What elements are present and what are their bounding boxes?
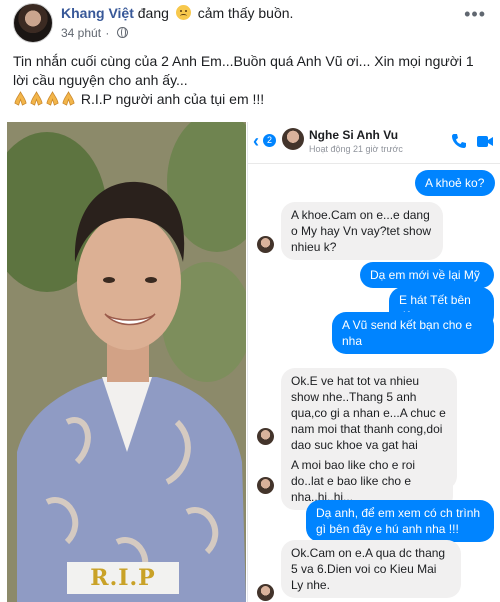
contact-mini-avatar <box>257 477 274 494</box>
message-bubble-incoming: Ok.Cam on e.A qua dc thang 5 va 6.Dien v… <box>281 540 461 598</box>
messenger-screenshot: ‹ 2 Nghe Si Anh Vu Hoạt động 21 giờ trướ… <box>247 122 500 602</box>
folded-hands-icon <box>62 91 75 106</box>
contact-status: Hoạt động 21 giờ trước <box>309 144 403 154</box>
message-bubble-outgoing: A khoẻ ko? <box>415 170 495 196</box>
author-name[interactable]: Khang Việt <box>61 5 134 21</box>
portrait-photo[interactable]: R.I.P <box>7 122 246 602</box>
post-body: Tin nhắn cuối cùng của 2 Anh Em...Buồn q… <box>13 52 489 109</box>
sad-face-icon <box>175 5 191 20</box>
folded-hands-icon <box>14 91 27 106</box>
contact-mini-avatar <box>257 584 274 601</box>
contact-mini-avatar <box>257 428 274 445</box>
post-rip-text: R.I.P người anh của tụi em !!! <box>80 91 265 107</box>
contact-mini-avatar <box>257 236 274 253</box>
rip-caption: R.I.P <box>67 562 179 594</box>
message-bubble-outgoing: A Vũ send kết bạn cho e nha <box>332 312 494 354</box>
globe-icon <box>116 27 128 38</box>
author-line: Khang Việt đang cảm thấy buồn. <box>61 5 293 21</box>
unread-count-badge: 2 <box>263 134 276 147</box>
portrait-illustration <box>7 122 246 602</box>
feeling-prefix: đang <box>137 5 169 21</box>
feeling-label: cảm thấy buồn. <box>197 5 294 21</box>
message-bubble-outgoing: Dạ anh, để em xem có ch trình gì bên đây… <box>306 500 494 542</box>
post-header: Khang Việt đang cảm thấy buồn. 34 phút ·… <box>0 0 500 50</box>
post-timestamp[interactable]: 34 phút <box>61 26 101 40</box>
video-call-icon[interactable] <box>477 135 493 148</box>
folded-hands-icon <box>30 91 43 106</box>
post-text-line1: Tin nhắn cuối cùng của 2 Anh Em...Buồn q… <box>13 53 474 88</box>
chat-header: ‹ 2 Nghe Si Anh Vu Hoạt động 21 giờ trướ… <box>248 122 500 164</box>
post-text-line2: R.I.P người anh của tụi em !!! <box>13 90 489 109</box>
back-chevron-icon[interactable]: ‹ <box>253 132 259 150</box>
contact-name[interactable]: Nghe Si Anh Vu <box>309 128 398 142</box>
message-bubble-incoming: A khoe.Cam on e...e dang o My hay Vn vay… <box>281 202 443 260</box>
message-bubble-outgoing: Dạ em mới về lại Mỹ <box>360 262 494 288</box>
post-media[interactable]: R.I.P ‹ 2 Nghe Si Anh Vu Hoạt động 21 gi… <box>0 122 500 602</box>
more-options-icon[interactable]: ••• <box>464 4 486 25</box>
author-avatar[interactable] <box>13 3 53 43</box>
contact-avatar[interactable] <box>282 128 304 150</box>
folded-hands-icon <box>46 91 59 106</box>
post-meta: 34 phút · <box>61 26 128 40</box>
phone-call-icon[interactable] <box>451 133 467 149</box>
